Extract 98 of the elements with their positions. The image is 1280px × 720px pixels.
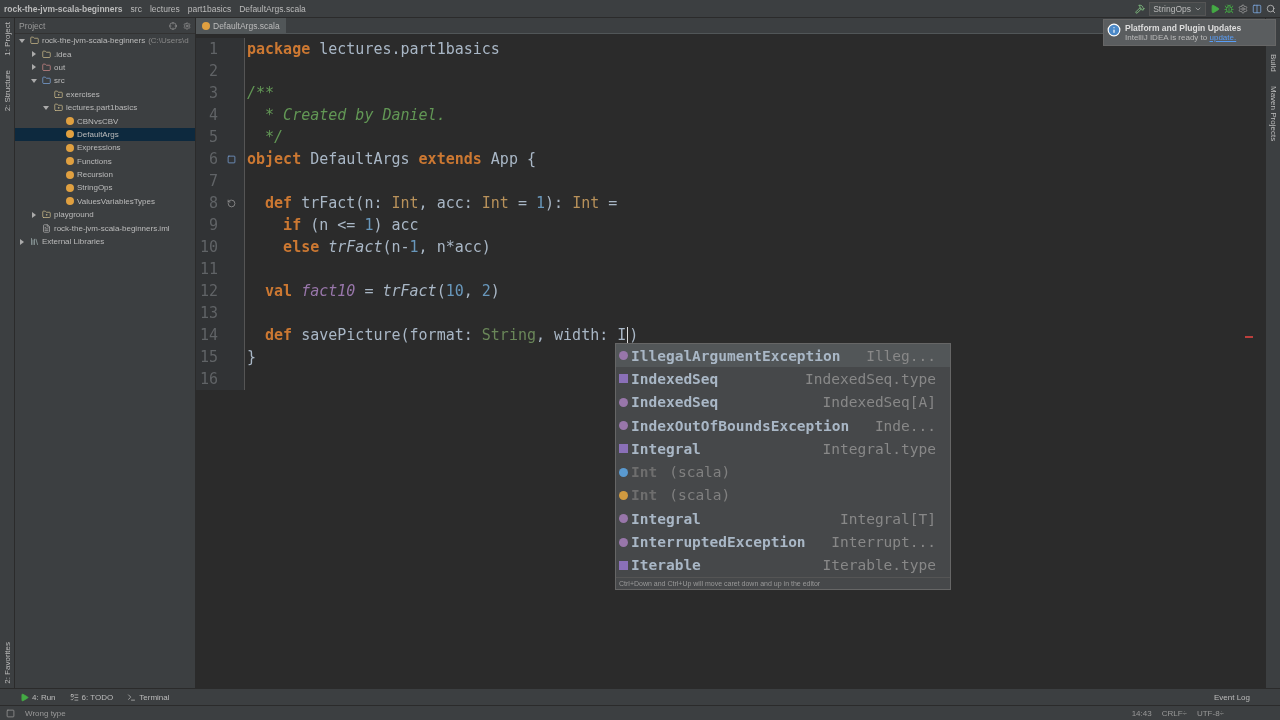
todo-icon [69,692,79,702]
collapsed-arrow-icon[interactable] [19,238,25,245]
library-icon [30,237,39,247]
code-line: package lectures.part1basics [246,40,500,58]
tree-item[interactable]: StringOps [15,181,195,195]
package-folder-icon [54,103,63,113]
panel-title[interactable]: Project [19,20,46,31]
code-line: /** [246,84,275,102]
tool-window-tab[interactable]: Maven Projects [1268,85,1278,141]
folder-icon [42,76,51,86]
completion-item[interactable]: Integral Integral.type [616,437,950,461]
notification-title: Platform and Plugin Updates [1125,23,1242,33]
code-line: * Created by Daniel. [264,106,446,124]
class-icon [618,489,629,501]
folder-icon [42,62,51,72]
code-line: */ [264,128,284,146]
tree-item[interactable]: playground [15,208,195,222]
settings-icon[interactable] [183,21,191,30]
breadcrumb[interactable]: part1basics [187,3,236,14]
status-icon [6,708,15,718]
run-icon [20,692,29,702]
columns-icon[interactable] [1252,3,1262,14]
type-icon [618,559,629,571]
completion-item[interactable]: Iterable Iterable.type [616,553,950,577]
locate-icon[interactable] [169,21,177,30]
tree-item[interactable]: CBNvsCBV [15,114,195,128]
file-icon [42,223,51,233]
tool-window-tab[interactable]: Build [1268,54,1278,72]
terminal-icon [127,692,137,702]
notification-text: IntelliJ IDEA is ready to update. [1125,33,1238,42]
code-line: val fact10 = trFact(10, 2) [264,282,500,300]
code-line: else trFact(n-1, n*acc) [282,238,491,256]
class-icon [618,396,629,408]
type-icon [618,443,629,455]
folder-icon [42,49,51,59]
completion-item[interactable]: IndexedSeq IndexedSeq.type [616,367,950,391]
tree-item[interactable]: rock-the-jvm-scala-beginners.iml [15,221,195,235]
editor-tab[interactable]: DefaultArgs.scala [196,18,286,33]
code-line: if (n <= 1) acc [282,216,419,234]
class-icon [618,350,629,362]
tool-window-tab[interactable]: 2: Structure [2,69,12,112]
class-icon [618,536,629,548]
class-icon [618,513,629,525]
expanded-arrow-icon[interactable] [19,37,25,44]
tree-item[interactable]: src [15,74,195,88]
error-stripe-mark [1245,336,1253,338]
tree-item[interactable]: exercises [15,87,195,101]
expanded-arrow-icon[interactable] [31,77,37,84]
tool-window-button[interactable]: 4: Run [20,692,56,702]
collapsed-arrow-icon[interactable] [31,211,37,218]
breadcrumb[interactable]: rock-the-jvm-scala-beginners [4,3,127,14]
settings-icon[interactable] [1238,3,1248,14]
tree-item[interactable]: Expressions [15,141,195,155]
class-icon [618,466,629,478]
class-icon [618,420,629,432]
status-message: Wrong type [25,708,66,718]
caret-position[interactable]: 14:43 [1131,708,1152,718]
breadcrumb[interactable]: DefaultArgs.scala [239,3,310,14]
tree-item[interactable]: rock-the-jvm-scala-beginners (C:\Users\d [15,34,195,48]
tree-item[interactable]: DefaultArgs [15,127,195,142]
code-line: def trFact(n: Int, acc: Int = 1): Int = [264,194,618,212]
code-line: def savePicture(format: String, width: I ) [264,326,639,344]
tree-item[interactable]: lectures.part1basics [15,100,195,115]
bug-icon[interactable] [1224,3,1234,14]
tree-item[interactable]: External Libraries [15,234,195,249]
package-folder-icon [42,210,51,220]
info-icon [1107,23,1121,37]
code-line: object DefaultArgs extends App { [246,150,536,168]
completion-item[interactable]: IndexOutOfBoundsException Inde... [616,413,950,438]
tree-item[interactable]: Functions [15,154,195,168]
code-line: } [246,348,257,366]
object-marker-icon[interactable] [226,154,236,164]
folder-icon [30,36,39,46]
tool-window-button[interactable]: 6: TODO [69,692,114,702]
recursion-icon [226,198,236,208]
breadcrumb[interactable]: src [130,3,146,14]
expanded-arrow-icon[interactable] [43,104,49,111]
tree-item[interactable]: Recursion [15,167,195,182]
tree-item[interactable]: ValuesVariablesTypes [15,194,195,209]
run-config-dropdown[interactable]: StringOps [1149,1,1206,16]
encoding[interactable]: UTF-8÷ [1196,708,1224,718]
object-icon [202,21,210,30]
type-icon [618,373,629,385]
package-folder-icon [54,89,63,99]
completion-item[interactable]: Integral Integral[T] [616,507,950,531]
tool-window-tab[interactable]: 1: Project [2,22,12,56]
tree-item[interactable]: .idea [15,47,195,61]
tool-window-button[interactable]: Terminal [127,692,170,702]
build-icon[interactable] [1135,3,1146,14]
event-log-button[interactable]: Event Log [1213,692,1250,702]
completion-item[interactable]: IndexedSeq IndexedSeq[A] [616,390,950,414]
run-icon[interactable] [1210,3,1220,14]
line-separator[interactable]: CRLF÷ [1161,708,1187,718]
search-icon[interactable] [1266,3,1276,14]
completion-item[interactable]: InterruptedException Interrupt... [616,530,950,554]
breadcrumb[interactable]: lectures [149,3,184,14]
tool-window-tab[interactable]: 2: Favorites [2,642,12,684]
tree-item[interactable]: out [15,60,195,75]
